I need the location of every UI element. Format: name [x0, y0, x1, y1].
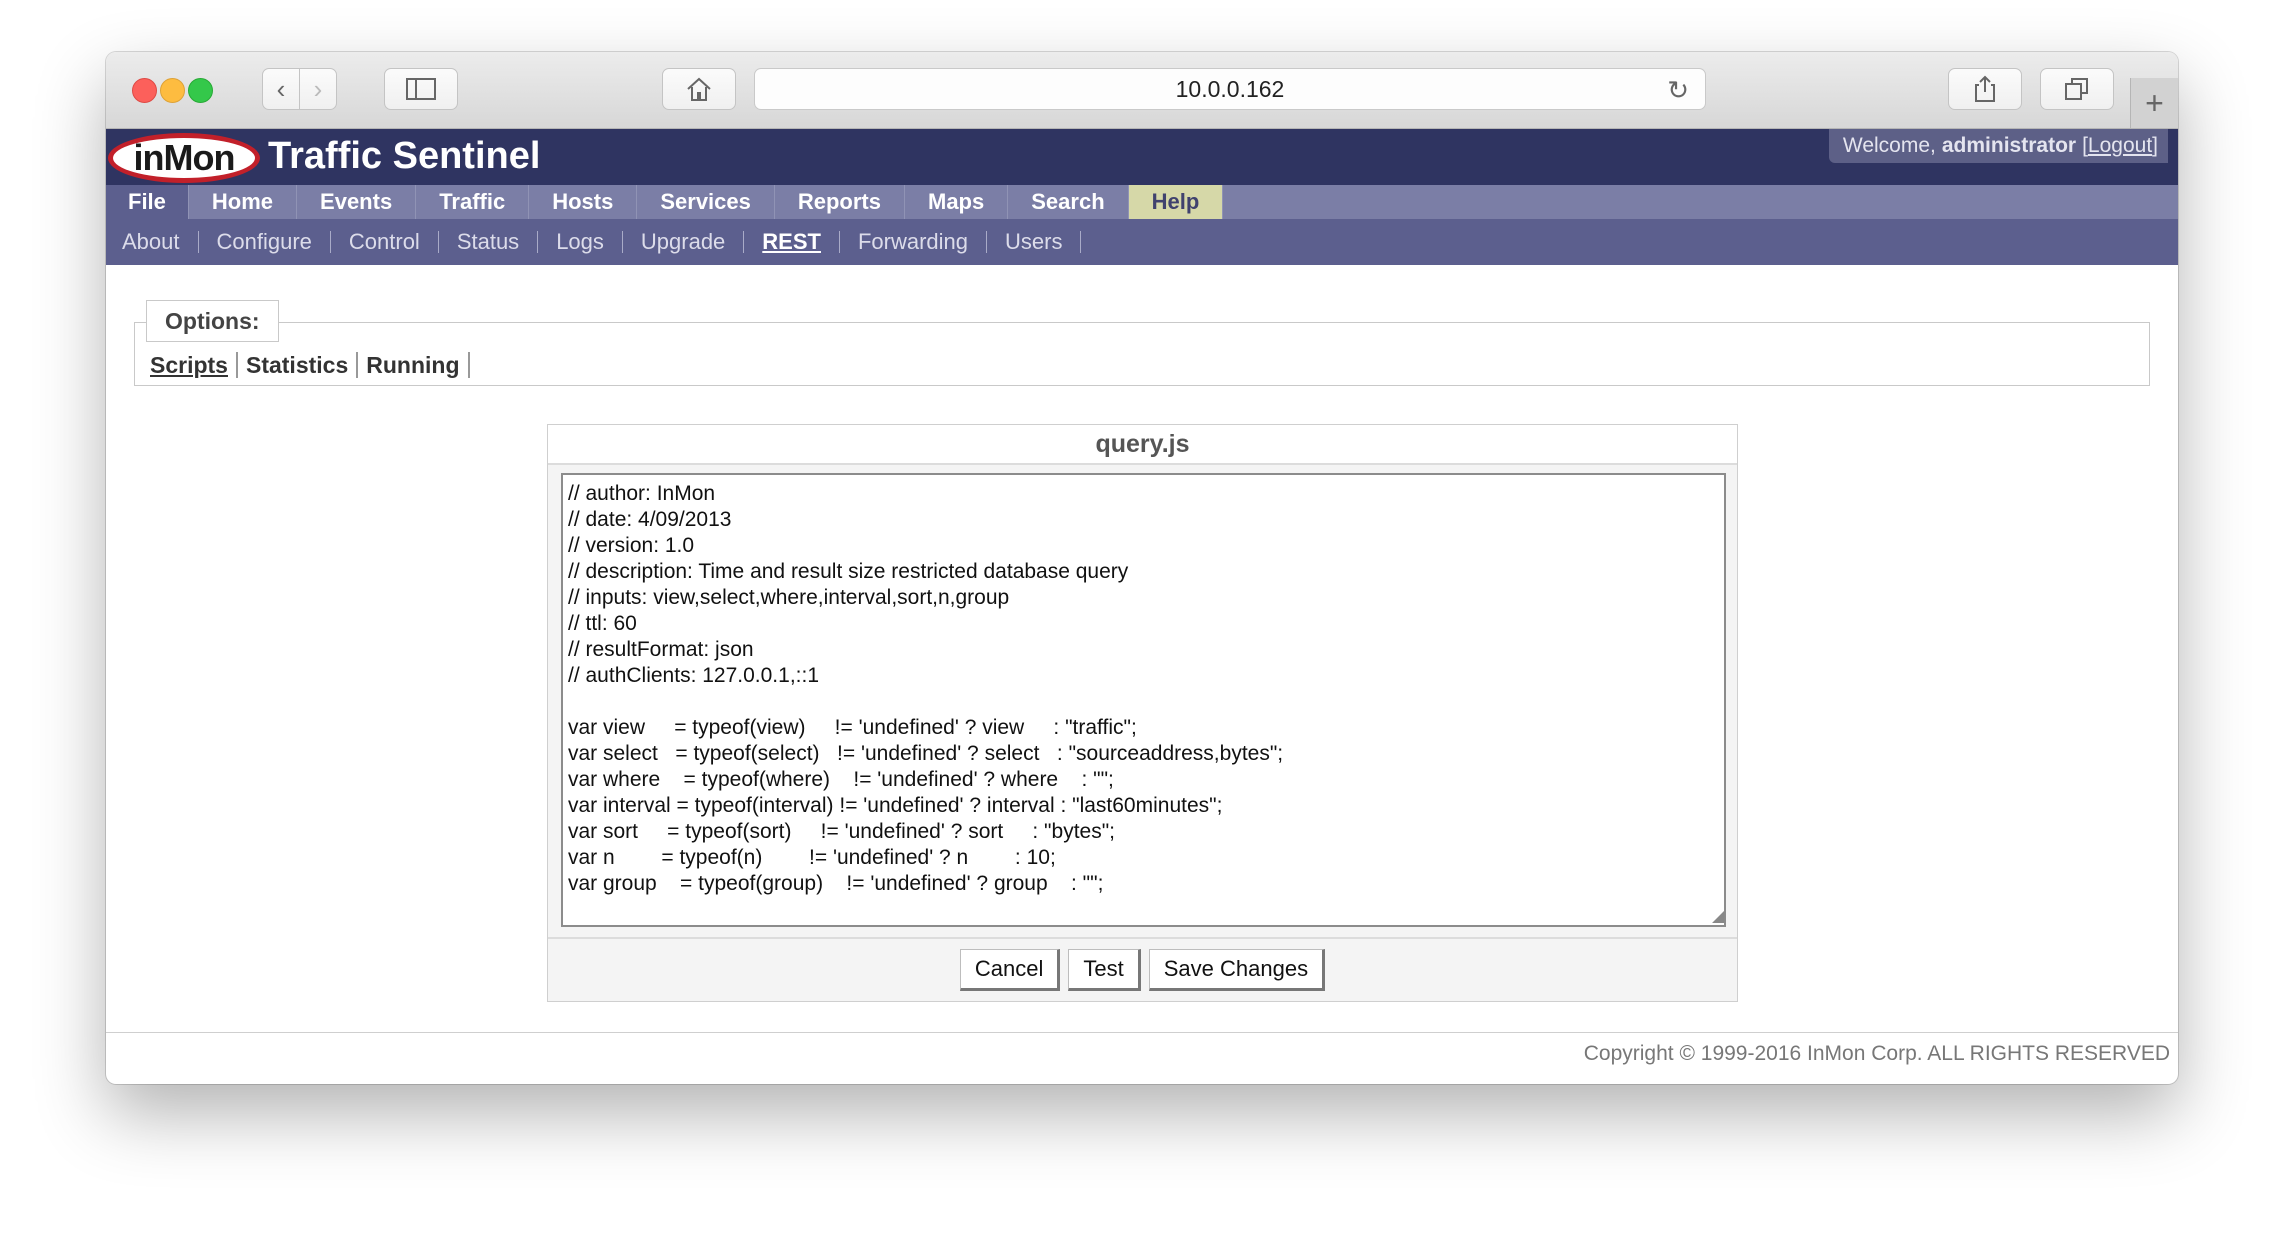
logout-link[interactable]: Logout	[2088, 134, 2152, 158]
address-text: 10.0.0.162	[1175, 75, 1285, 102]
footer-divider	[106, 1032, 2178, 1033]
menu-item-services[interactable]: Services	[637, 185, 775, 219]
submenu-item-logs[interactable]: Logs	[538, 231, 623, 253]
copyright-text: Copyright © 1999-2016 InMon Corp. ALL RI…	[1583, 1042, 2170, 1065]
submenu-item-configure[interactable]: Configure	[199, 231, 331, 253]
submenu-item-forwarding[interactable]: Forwarding	[840, 231, 988, 253]
sub-menu: About Configure Control Status Logs Upgr…	[106, 219, 2178, 265]
close-window-button[interactable]	[132, 78, 157, 103]
options-links: Scripts Statistics Running	[150, 352, 470, 378]
option-running[interactable]: Running	[358, 352, 470, 378]
submenu-item-users[interactable]: Users	[987, 231, 1082, 253]
submenu-item-control[interactable]: Control	[331, 231, 439, 253]
address-bar[interactable]: 10.0.0.162 ↻	[754, 68, 1706, 110]
minimize-window-button[interactable]	[160, 78, 185, 103]
username: administrator	[1941, 134, 2077, 157]
menu-item-search[interactable]: Search	[1008, 185, 1129, 219]
reload-icon[interactable]: ↻	[1667, 75, 1689, 106]
script-editor-panel: query.js // author: InMon // date: 4/09/…	[547, 424, 1738, 1002]
welcome-box: Welcome, administrator [Logout]	[1828, 129, 2168, 163]
logo-text: inMon	[133, 137, 236, 178]
script-filename: query.js	[548, 425, 1737, 465]
menu-item-hosts[interactable]: Hosts	[529, 185, 638, 219]
page-header: inMon Traffic Sentinel Welcome, administ…	[106, 129, 2178, 185]
new-tab-icon: +	[2145, 84, 2164, 121]
app-title: Traffic Sentinel	[268, 135, 541, 177]
browser-toolbar: ‹ › 10.0.0.162 ↻ +	[106, 52, 2178, 129]
sidebar-button[interactable]	[384, 68, 458, 110]
inmon-logo: inMon	[108, 133, 260, 183]
share-icon	[1975, 75, 1995, 102]
cancel-button[interactable]: Cancel	[959, 949, 1061, 991]
forward-icon: ›	[313, 73, 323, 104]
back-button[interactable]: ‹	[262, 68, 300, 110]
browser-window: ‹ › 10.0.0.162 ↻ + inMon Traffic Sentine…	[106, 52, 2178, 1084]
menu-item-traffic[interactable]: Traffic	[416, 185, 530, 219]
zoom-window-button[interactable]	[188, 78, 213, 103]
submenu-item-upgrade[interactable]: Upgrade	[623, 231, 745, 253]
menu-item-events[interactable]: Events	[297, 185, 417, 219]
back-icon: ‹	[276, 73, 286, 104]
submenu-item-status[interactable]: Status	[439, 231, 539, 253]
option-scripts[interactable]: Scripts	[150, 352, 238, 378]
submenu-item-rest[interactable]: REST	[744, 231, 840, 253]
home-icon	[687, 77, 711, 101]
new-tab-button[interactable]: +	[2130, 78, 2178, 128]
menu-item-help[interactable]: Help	[1128, 185, 1224, 219]
main-menu: File Home Events Traffic Hosts Services …	[106, 185, 2178, 219]
tabs-button[interactable]	[2040, 68, 2114, 110]
share-button[interactable]	[1948, 68, 2022, 110]
menu-item-reports[interactable]: Reports	[775, 185, 905, 219]
options-legend: Options:	[146, 300, 279, 342]
sidebar-icon	[406, 78, 436, 100]
forward-button[interactable]: ›	[299, 68, 337, 110]
option-statistics[interactable]: Statistics	[238, 352, 359, 378]
tabs-icon	[2065, 78, 2088, 100]
welcome-prefix: Welcome,	[1842, 134, 1936, 157]
script-code-textarea[interactable]: // author: InMon // date: 4/09/2013 // v…	[561, 473, 1726, 927]
home-button[interactable]	[662, 68, 736, 110]
test-button[interactable]: Test	[1068, 949, 1141, 991]
resize-grip-icon[interactable]: ◢	[1712, 909, 1724, 925]
menu-item-maps[interactable]: Maps	[905, 185, 1009, 219]
menu-item-home[interactable]: Home	[189, 185, 298, 219]
submenu-item-about[interactable]: About	[106, 231, 199, 253]
menu-item-file[interactable]: File	[106, 185, 189, 219]
editor-actions: Cancel Test Save Changes	[548, 937, 1737, 1001]
logout-close-bracket: ]	[2152, 134, 2158, 157]
save-changes-button[interactable]: Save Changes	[1148, 949, 1326, 991]
